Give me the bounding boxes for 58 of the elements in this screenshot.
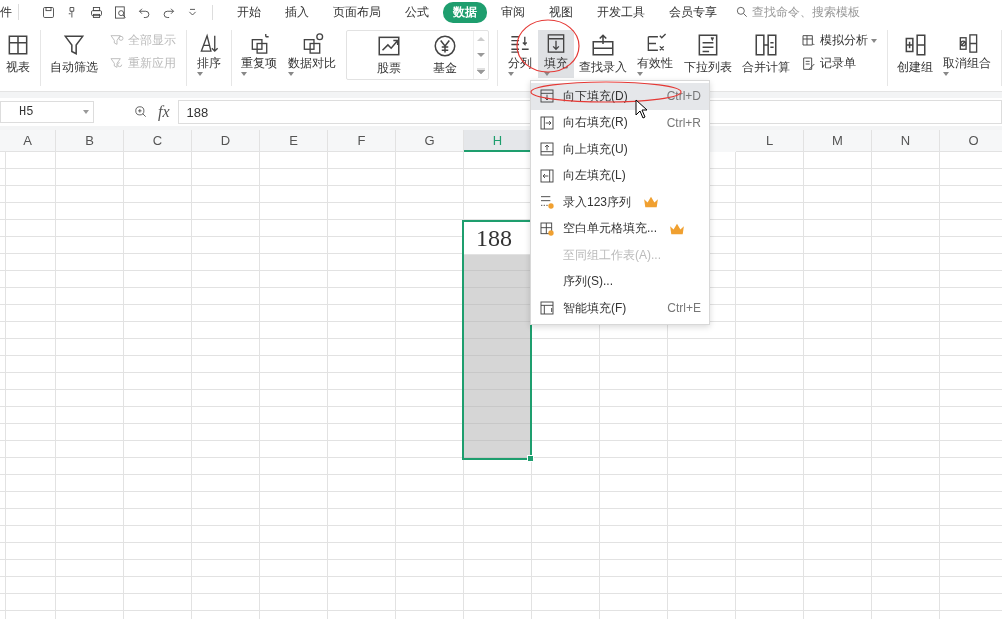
expand-icon[interactable] — [477, 68, 485, 74]
ribbon-button[interactable]: 填充 — [538, 30, 574, 78]
ribbon-button[interactable]: 记录单 — [801, 55, 877, 72]
yuan-coin-icon — [432, 33, 458, 59]
menu-item[interactable]: 序列(S)... — [531, 268, 709, 295]
menu-item[interactable]: 智能填充(F) Ctrl+E — [531, 295, 709, 322]
menu-tab[interactable]: 公式 — [395, 1, 439, 23]
ribbon-button[interactable]: 创建组 — [892, 30, 938, 78]
print-preview-icon[interactable] — [113, 4, 128, 20]
merge-calc-icon — [753, 32, 779, 58]
file-menu[interactable]: 件 — [0, 4, 19, 20]
ribbon-button[interactable]: 视表 — [0, 30, 36, 78]
menu-tab[interactable]: 插入 — [275, 1, 319, 23]
name-box[interactable]: H5 — [0, 101, 94, 123]
ribbon-button[interactable]: 查找录入 — [574, 30, 632, 78]
menu-item[interactable]: 空白单元格填充... — [531, 215, 709, 242]
scroll-down-icon[interactable] — [477, 52, 485, 58]
menu-item[interactable]: 向右填充(R) Ctrl+R — [531, 109, 709, 136]
save-icon[interactable] — [41, 4, 56, 20]
smart-fill-icon — [539, 300, 555, 317]
menu-tab[interactable]: 审阅 — [491, 1, 535, 23]
fill-down-icon — [539, 88, 555, 105]
menu-tab[interactable]: 开发工具 — [587, 1, 655, 23]
ribbon-button[interactable]: 模拟分析 — [801, 32, 877, 49]
ribbon-button[interactable]: 股票 — [361, 31, 417, 79]
sequence-icon — [539, 194, 555, 211]
search-icon — [735, 5, 749, 19]
table-icon — [801, 32, 817, 49]
menu-tab[interactable]: 视图 — [539, 1, 583, 23]
menu-item[interactable]: 向左填充(L) — [531, 162, 709, 189]
ribbon-button[interactable]: 下拉列表 — [679, 30, 737, 78]
print-icon[interactable] — [89, 4, 104, 20]
ribbon-button[interactable]: 数据对比 — [283, 30, 342, 78]
ribbon-button[interactable]: 基金 — [417, 31, 473, 79]
menu-tab[interactable]: 会员专享 — [659, 1, 727, 23]
ribbon-button[interactable]: 合并计算 — [737, 30, 795, 78]
fill-up-icon — [539, 141, 555, 158]
ribbon-button[interactable]: 有效性 — [632, 30, 679, 78]
mouse-cursor-icon — [635, 99, 648, 119]
ribbon-button[interactable]: 重复项 — [236, 30, 283, 78]
menu-item[interactable]: 向下填充(D) Ctrl+D — [531, 83, 709, 110]
ribbon-button[interactable]: 自动筛选 — [45, 30, 103, 78]
fill-left-icon — [539, 167, 555, 184]
menu-item[interactable]: 向上填充(U) — [531, 136, 709, 163]
zoom-icon[interactable] — [134, 105, 148, 119]
ribbon-button[interactable]: 排序 — [191, 30, 227, 78]
ribbon-button[interactable]: 取消组合 — [938, 30, 997, 78]
table-cell[interactable]: 188 — [464, 222, 530, 255]
blank-cell-icon — [539, 220, 555, 237]
form-icon — [801, 55, 817, 72]
caret-icon — [83, 110, 89, 114]
lookup-icon — [590, 32, 616, 58]
menu-tab[interactable]: 开始 — [227, 1, 271, 23]
fill-handle[interactable] — [527, 455, 534, 462]
menu-item[interactable]: 录入123序列 — [531, 189, 709, 216]
fill-right-icon — [539, 114, 555, 131]
menu-tab[interactable]: 页面布局 — [323, 1, 391, 23]
fx-label[interactable]: fx — [158, 103, 170, 121]
